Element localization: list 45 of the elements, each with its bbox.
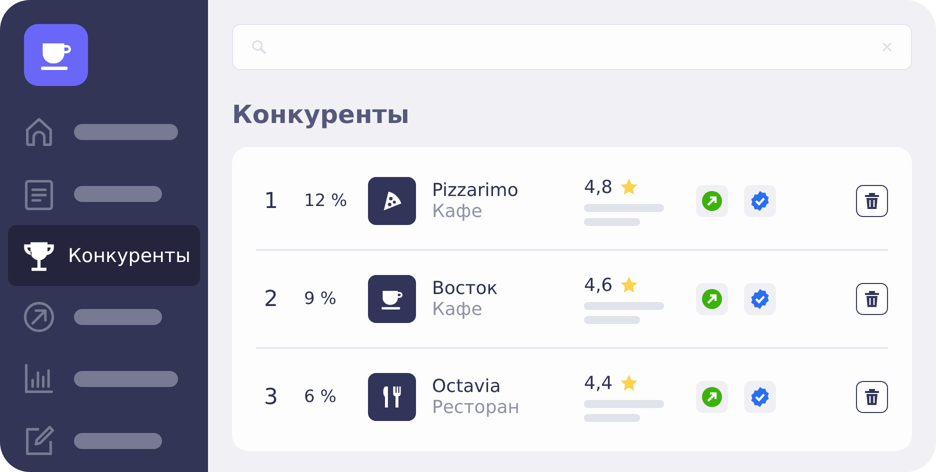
delete-button[interactable] (856, 185, 888, 217)
rank-number: 2 (263, 286, 279, 312)
delete-button[interactable] (856, 283, 888, 315)
rank-number: 1 (263, 188, 279, 214)
venue-category: Ресторан (432, 397, 521, 418)
venue-name: Восток (432, 278, 499, 299)
badge[interactable] (744, 283, 776, 315)
share-percent: 6 % (304, 387, 338, 407)
app-logo[interactable] (24, 24, 88, 86)
placeholder-bar (584, 218, 640, 226)
search-icon (251, 39, 267, 55)
venue-category: Кафе (432, 299, 484, 320)
badge[interactable] (744, 185, 776, 217)
rating-value: 4,4 (584, 372, 613, 394)
verified-icon (750, 191, 770, 211)
arrow-circle-icon (702, 191, 722, 211)
arrow-circle-icon (702, 289, 722, 309)
venue-name: Octavia (432, 376, 502, 397)
rating-value: 4,6 (584, 274, 613, 296)
search-field[interactable] (232, 24, 912, 70)
star-icon (618, 373, 639, 393)
venue-category: Кафе (432, 201, 484, 222)
venue-name: Pizzarimo (432, 180, 520, 201)
trash-icon (862, 289, 882, 309)
arrow-circle-icon (22, 300, 56, 334)
placeholder-bar (584, 316, 640, 324)
star-icon (618, 177, 639, 197)
sidebar-item[interactable]: Конкуренты (8, 224, 200, 286)
badge[interactable] (696, 185, 728, 217)
badge[interactable] (696, 283, 728, 315)
verified-icon (750, 387, 770, 407)
trash-icon (862, 387, 882, 407)
delete-button[interactable] (856, 381, 888, 413)
verified-icon (750, 289, 770, 309)
rank-number: 3 (263, 384, 279, 410)
placeholder-bar (584, 414, 640, 422)
arrow-circle-icon (702, 387, 722, 407)
trash-icon (862, 191, 882, 211)
badge[interactable] (696, 381, 728, 413)
page-title: Конкуренты (232, 100, 410, 129)
share-percent: 9 % (304, 289, 338, 309)
star-icon (618, 275, 639, 295)
rating-value: 4,8 (584, 176, 613, 198)
share-percent: 12 % (304, 191, 348, 211)
badge[interactable] (744, 381, 776, 413)
